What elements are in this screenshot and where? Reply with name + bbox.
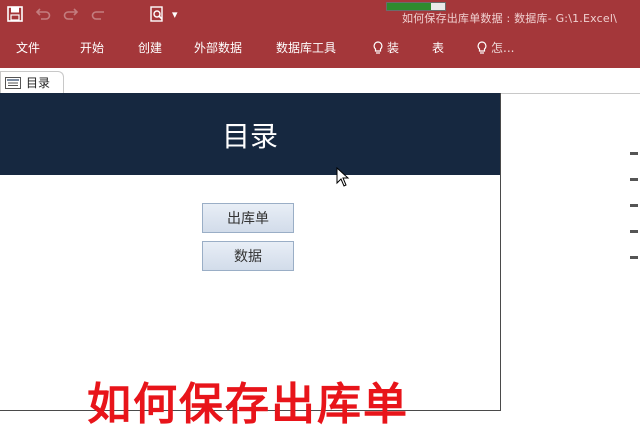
tab-label: 外部数据 (194, 41, 243, 55)
print-preview-icon[interactable] (146, 3, 168, 25)
form-icon (5, 76, 21, 89)
document-tab-catalog[interactable]: 目录 (0, 71, 64, 93)
title-bar: ▾ 如何保存出库单数据 : 数据库- G:\1.Excel\ (0, 0, 640, 28)
tab-label: 文件 (16, 41, 41, 55)
outbound-order-button[interactable]: 出库单 (202, 203, 294, 233)
ribbon-tabs: 文件 开始 创建 外部数据 数据库工具 装 表 怎... (0, 28, 640, 68)
redo-icon[interactable] (88, 3, 110, 25)
tab-home[interactable]: 开始 (80, 39, 104, 56)
form-catalog: 目录 出库单 数据 (0, 93, 501, 411)
document-tab-label: 目录 (26, 76, 51, 90)
tab-table[interactable]: 表 (432, 39, 444, 56)
redo-icon[interactable] (60, 3, 82, 25)
tab-design[interactable]: 装 (372, 39, 399, 56)
tab-file[interactable]: 文件 (16, 39, 40, 56)
scroll-marker (630, 152, 638, 155)
tab-create[interactable]: 创建 (138, 39, 162, 56)
tab-label: 开始 (80, 41, 105, 55)
save-icon[interactable] (4, 3, 26, 25)
data-button[interactable]: 数据 (202, 241, 294, 271)
document-tab-strip: 目录 (0, 68, 640, 94)
lightbulb-icon (373, 40, 383, 54)
scroll-marker (630, 178, 638, 181)
overlay-caption: 如何保存出库单 (87, 379, 409, 430)
progress-fill (387, 3, 431, 10)
undo-icon[interactable] (32, 3, 54, 25)
tab-tell-me[interactable]: 怎... (476, 39, 514, 56)
tab-label: 装 (387, 41, 400, 55)
form-title: 目录 (221, 120, 278, 153)
tab-external-data[interactable]: 外部数据 (194, 39, 242, 56)
tab-label: 数据库工具 (276, 41, 337, 55)
scroll-marker (630, 256, 638, 259)
form-header: 目录 (0, 93, 500, 175)
tab-database-tools[interactable]: 数据库工具 (276, 39, 336, 56)
customize-toolbar-icon[interactable]: ▾ (172, 8, 178, 21)
scroll-marker (630, 230, 638, 233)
window-title: 如何保存出库单数据 : 数据库- G:\1.Excel\ (402, 12, 618, 25)
lightbulb-icon (477, 40, 487, 54)
quick-access-toolbar: ▾ (4, 3, 178, 25)
tab-label: 创建 (138, 41, 163, 55)
scroll-marker (630, 204, 638, 207)
tab-label: 表 (432, 41, 445, 55)
tab-label: 怎... (491, 41, 515, 55)
mouse-cursor-icon (336, 167, 350, 187)
